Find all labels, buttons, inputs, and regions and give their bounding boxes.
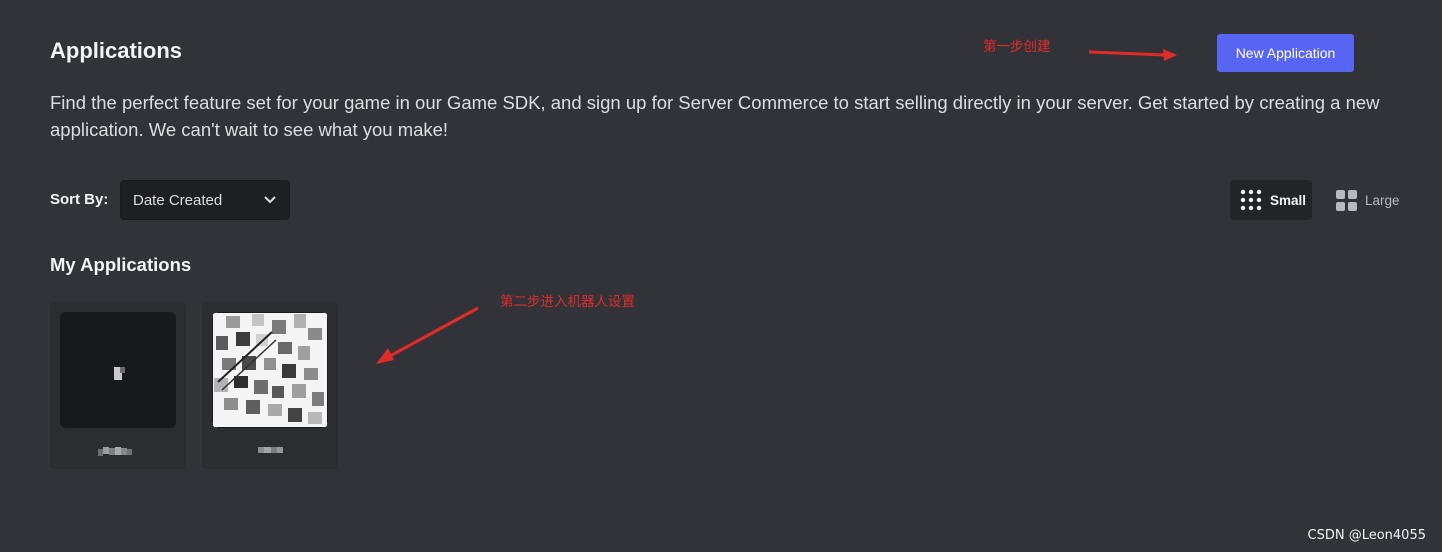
sort-label: Sort By: [50,191,109,208]
app-card[interactable] [202,302,338,469]
chevron-down-icon [264,196,276,204]
page-title: Applications [50,38,183,63]
app-avatar [60,312,176,428]
grid-large-icon [1336,189,1357,211]
my-applications-title: My Applications [50,254,192,275]
annotation-step1: 第一步创建 [983,39,1051,55]
annotation-arrow-step1 [1088,49,1177,61]
watermark: CSDN @Leon4055 [1307,528,1427,543]
view-large-label: Large [1365,192,1400,208]
annotation-step2: 第二步进入机器人设置 [500,294,635,310]
app-avatar [212,312,328,428]
app-name-redacted [98,447,132,456]
annotation-arrow-step2 [376,306,479,364]
page-description: Find the perfect feature set for your ga… [50,92,1380,140]
sort-select[interactable]: Date Created [120,180,290,220]
app-avatar-pixelated [212,312,328,428]
new-application-button[interactable]: New Application [1217,34,1354,72]
view-small-label: Small [1270,192,1307,208]
grid-small-icon [1240,189,1262,211]
view-large-button[interactable]: Large [1326,180,1412,220]
sort-selected-value: Date Created [133,191,223,209]
app-card[interactable] [50,302,186,469]
view-small-button[interactable]: Small [1230,180,1312,220]
app-name-redacted [258,447,283,453]
